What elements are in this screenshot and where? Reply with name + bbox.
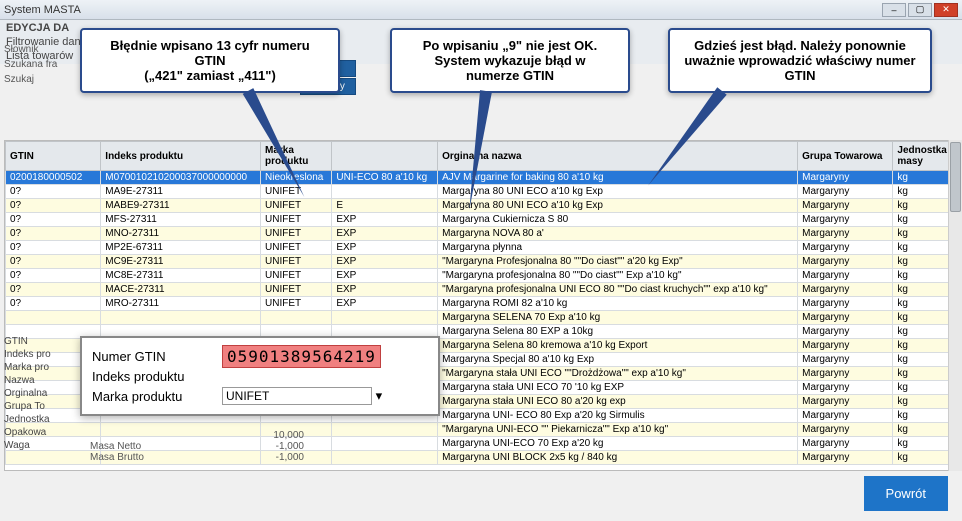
table-row[interactable]: 0?MA9E-27311UNIFETMargaryna 80 UNI ECO a… — [6, 185, 957, 199]
table-row[interactable]: 0?MP2E-67311UNIFETEXPMargaryna płynnaMar… — [6, 241, 957, 255]
col-grp[interactable]: Grupa Towarowa — [798, 142, 893, 171]
detail-jedn: Jednostka — [4, 413, 78, 426]
col-jdn[interactable]: Jednostka masy — [893, 142, 957, 171]
popup-gtin-label: Numer GTIN — [92, 349, 222, 364]
masa-brutto-val: -1,000 — [220, 452, 310, 463]
sidebar-slownik: Słownik — [4, 42, 80, 57]
dodaj-nowy-button[interactable]: aj nowy — [300, 78, 356, 95]
table-row[interactable]: 0?MRO-27311UNIFETEXPMargaryna ROMI 82 a'… — [6, 297, 957, 311]
col-name[interactable]: Orginalna nazwa — [438, 142, 798, 171]
table-row[interactable]: 0?MFS-27311UNIFETEXPMargaryna Cukiernicz… — [6, 213, 957, 227]
detail-gtin: GTIN — [4, 335, 78, 348]
popup-gtin-value[interactable]: 05901389564219 — [222, 345, 381, 368]
detail-orig: Orginalna — [4, 387, 78, 400]
table-row[interactable]: 0?MACE-27311UNIFETEXP"Margaryna profesjo… — [6, 283, 957, 297]
col-marka[interactable]: Marka produktu — [261, 142, 332, 171]
close-button[interactable]: ✕ — [934, 3, 958, 17]
detail-grupa: Grupa To — [4, 400, 78, 413]
popup-marka-combo[interactable] — [222, 387, 372, 405]
val-1: 10,000 — [220, 430, 310, 441]
table-row[interactable]: 0?MABE9-27311UNIFETEMargaryna 80 UNI ECO… — [6, 199, 957, 213]
tab-edycja[interactable]: EDYCJA DA — [6, 22, 69, 34]
window-title: System MASTA — [4, 4, 81, 16]
table-row[interactable]: 0200180000502M070010210200037000000000Ni… — [6, 171, 957, 185]
col-gtin[interactable]: GTIN — [6, 142, 101, 171]
detail-nazwa: Nazwa — [4, 374, 78, 387]
col-idx[interactable]: Indeks produktu — [101, 142, 261, 171]
popup-marka-label: Marka produktu — [92, 389, 222, 404]
table-row[interactable]: 0?MNO-27311UNIFETEXPMargaryna NOVA 80 a'… — [6, 227, 957, 241]
vertical-scrollbar[interactable] — [948, 140, 962, 471]
products-table[interactable]: GTIN Indeks produktu Marka produktu Orgi… — [5, 141, 957, 465]
table-row[interactable]: Margaryna SELENA 70 Exp a'10 kgMargaryny… — [6, 311, 957, 325]
masa-netto-label: Masa Netto — [90, 441, 220, 452]
edit-popup: Numer GTIN 05901389564219 Indeks produkt… — [80, 336, 440, 416]
szukaj-button[interactable]: ukaj — [300, 60, 356, 77]
sidebar-szukaj: Szukaj — [4, 72, 80, 87]
table-row[interactable]: 0?MC8E-27311UNIFETEXP"Margaryna profesjo… — [6, 269, 957, 283]
table-row[interactable]: 0?MC9E-27311UNIFETEXP"Margaryna Profesjo… — [6, 255, 957, 269]
detail-marka: Marka pro — [4, 361, 78, 374]
masa-netto-val: -1,000 — [220, 441, 310, 452]
detail-waga: Waga — [4, 439, 78, 452]
powrot-button[interactable]: Powrót — [864, 476, 948, 511]
popup-idx-label: Indeks produktu — [92, 369, 222, 384]
maximize-button[interactable]: ▢ — [908, 3, 932, 17]
sidebar-szukana: Szukana fra — [4, 57, 80, 72]
minimize-button[interactable]: – — [882, 3, 906, 17]
detail-opak: Opakowa — [4, 426, 78, 439]
masa-brutto-label: Masa Brutto — [90, 452, 220, 463]
col-mid[interactable] — [332, 142, 438, 171]
detail-idx: Indeks pro — [4, 348, 78, 361]
